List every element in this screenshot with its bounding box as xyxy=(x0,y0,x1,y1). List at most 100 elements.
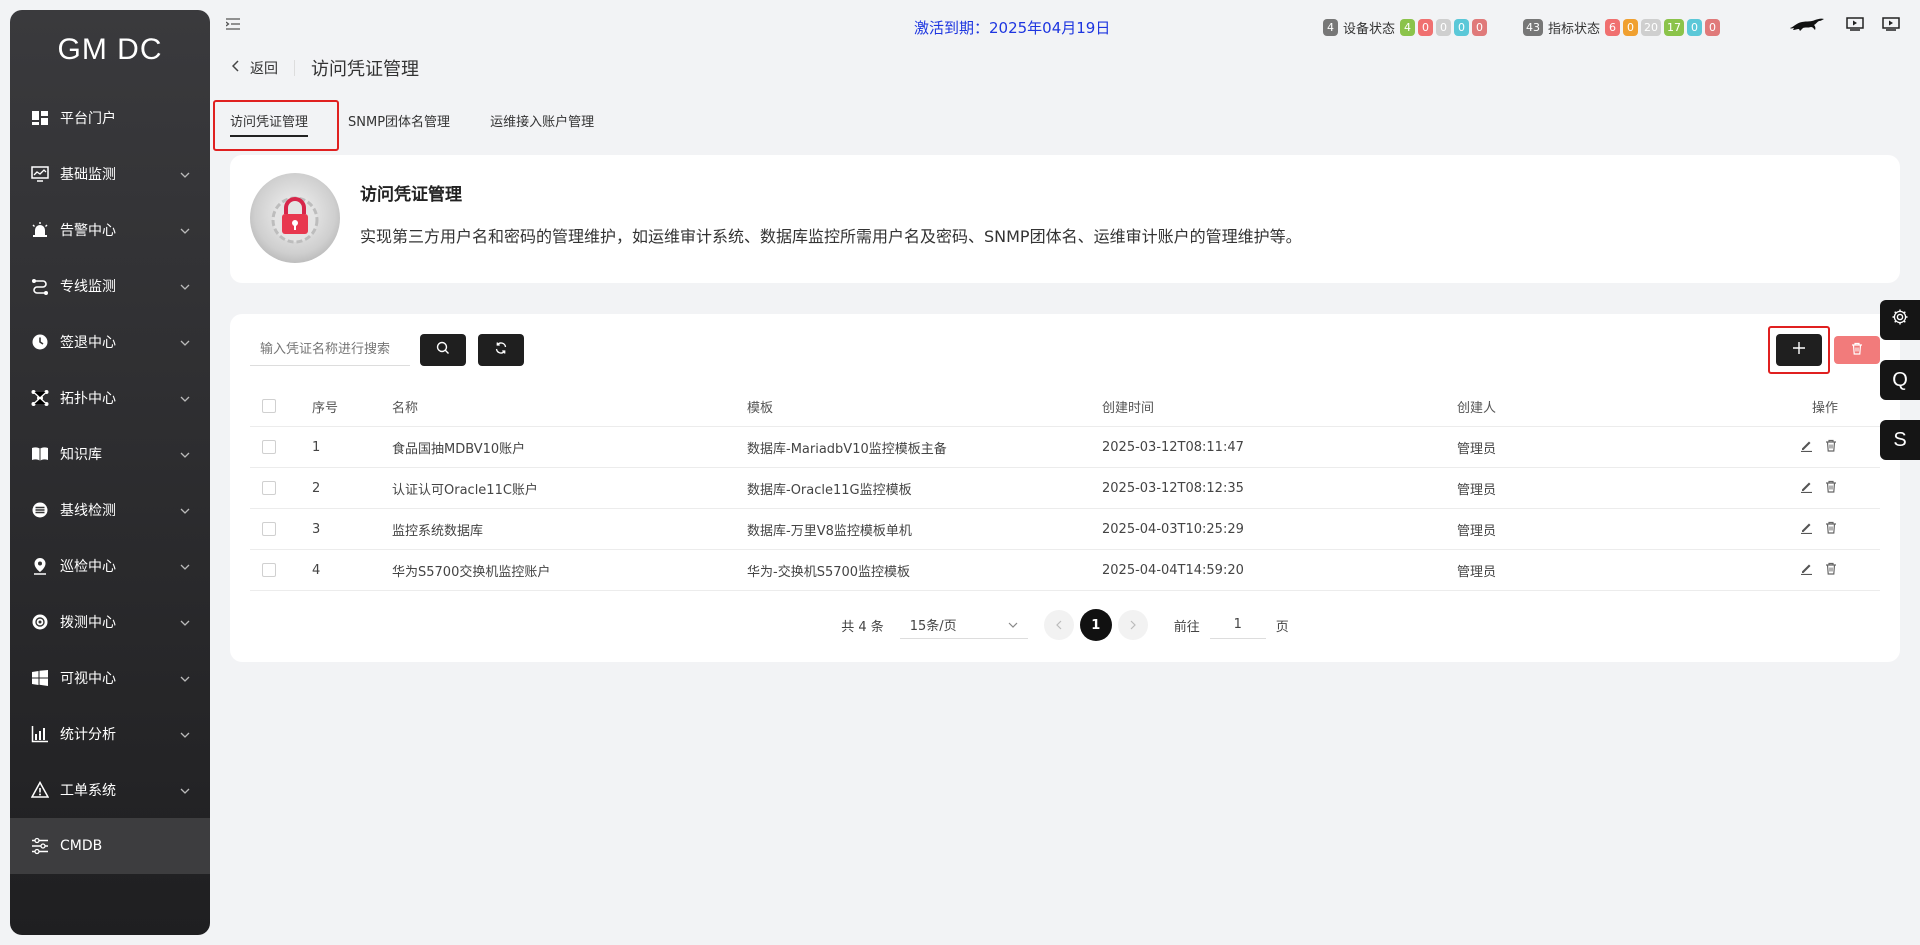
s-float-button[interactable]: S xyxy=(1880,420,1920,460)
goto-page-input[interactable]: 1 xyxy=(1209,611,1266,639)
device-status-label: 设备状态 xyxy=(1343,22,1396,37)
trash-icon xyxy=(1851,342,1863,359)
panther-icon[interactable] xyxy=(1788,16,1828,36)
cell-creator: 管理员 xyxy=(1457,482,1497,498)
sidebar-item-5[interactable]: 拓扑中心 xyxy=(10,370,210,426)
table-row[interactable]: 1 食品国抽MDBV10账户 数据库-MariadbV10监控模板主备 2025-03… xyxy=(250,427,1880,468)
search-input[interactable] xyxy=(250,334,410,366)
search-icon xyxy=(436,341,450,359)
device_status-count-badge: 0 xyxy=(1472,19,1488,36)
sidebar-item-1[interactable]: 基础监测 xyxy=(10,146,210,202)
page-number-current[interactable]: 1 xyxy=(1079,609,1112,641)
sidebar-item-11[interactable]: 统计分析 xyxy=(10,706,210,762)
sidebar-item-8[interactable]: 巡检中心 xyxy=(10,538,210,594)
edit-icon[interactable] xyxy=(1800,521,1813,538)
table-row[interactable]: 4 华为S5700交换机监控账户 华为-交换机S5700监控模板 2025-04-04… xyxy=(250,550,1880,591)
cell-creator: 管理员 xyxy=(1457,441,1497,457)
goto-label: 前往 xyxy=(1173,619,1200,635)
cell-name: 食品国抽MDBV10账户 xyxy=(392,441,526,457)
sidebar-menu: 平台门户 基础监测 告警中心 专线监测签退中心拓扑中心知识库基线检测 巡检中心 拨测中心可… xyxy=(10,90,210,874)
sidebar-item-7[interactable]: 基线检测 xyxy=(10,482,210,538)
play-screen-icon-2[interactable] xyxy=(1882,17,1900,35)
delete-icon[interactable] xyxy=(1825,562,1837,579)
page-size-select[interactable]: 15条/页 xyxy=(899,611,1028,639)
menu-collapse-icon[interactable] xyxy=(225,18,240,34)
sidebar-item-label: 知识库 xyxy=(60,447,102,463)
cell-index: 1 xyxy=(312,439,321,455)
select-all-checkbox[interactable] xyxy=(262,399,276,413)
sidebar-item-6[interactable]: 知识库 xyxy=(10,426,210,482)
cell-created: 2025-04-04T14:59:20 xyxy=(1102,562,1244,578)
sidebar-item-label: 签退中心 xyxy=(60,335,116,351)
location-icon xyxy=(30,556,50,576)
metric_status-count-badge: 6 xyxy=(1605,19,1621,36)
sidebar-item-9[interactable]: 拨测中心 xyxy=(10,594,210,650)
sidebar-item-12[interactable]: 工单系统 xyxy=(10,762,210,818)
back-button[interactable]: 返回 xyxy=(231,58,278,78)
col-index: 序号 xyxy=(312,400,339,416)
pagination-total: 共 4 条 xyxy=(841,619,884,635)
q-float-button[interactable]: Q xyxy=(1880,360,1920,400)
metric-status[interactable]: 43 指标状态 6 0 20 17 0 0 xyxy=(1523,18,1723,37)
tab-ops-accounts[interactable]: 运维接入账户管理 xyxy=(490,106,594,137)
goto-suffix: 页 xyxy=(1275,619,1289,635)
refresh-button[interactable] xyxy=(478,334,524,366)
row-checkbox[interactable] xyxy=(262,481,276,495)
sidebar-item-10[interactable]: 可视中心 xyxy=(10,650,210,706)
row-checkbox[interactable] xyxy=(262,563,276,577)
chevron-down-icon xyxy=(180,166,190,182)
row-checkbox[interactable] xyxy=(262,522,276,536)
delete-icon[interactable] xyxy=(1825,439,1837,456)
goto-page: 前往 1 页 xyxy=(1174,611,1289,639)
route-icon xyxy=(30,276,50,296)
chevron-down-icon xyxy=(180,446,190,462)
info-description: 实现第三方用户名和密码的管理维护，如运维审计系统、数据库监控所需用户名及密码、S… xyxy=(360,227,1302,246)
prev-page-button[interactable] xyxy=(1043,610,1074,640)
table-row[interactable]: 3 监控系统数据库 数据库-万里V8监控模板单机 2025-04-03T10:25:2… xyxy=(250,509,1880,550)
next-page-button[interactable] xyxy=(1117,610,1148,640)
sidebar-item-2[interactable]: 告警中心 xyxy=(10,202,210,258)
edit-icon[interactable] xyxy=(1800,562,1813,579)
cell-created: 2025-03-12T08:11:47 xyxy=(1102,439,1244,455)
tab-snmp[interactable]: SNMP团体名管理 xyxy=(348,106,450,137)
cell-index: 4 xyxy=(312,562,321,578)
device_status-count-badge: 0 xyxy=(1454,19,1470,36)
sidebar: GM DC 平台门户 基础监测 告警中心 专线监测签退中心拓扑中心知识库基线检测 巡检中… xyxy=(10,10,210,935)
sidebar-item-0[interactable]: 平台门户 xyxy=(10,90,210,146)
chevron-down-icon xyxy=(1008,617,1018,632)
credentials-table: 序号 名称 模板 创建时间 创建人 操作 1 食品国抽MDBV10账户 数据库-Ma… xyxy=(250,386,1880,591)
device_status-count-badge: 0 xyxy=(1418,19,1434,36)
settings-float-button[interactable] xyxy=(1880,300,1920,340)
cell-name: 监控系统数据库 xyxy=(392,523,484,539)
device-status-badges: 40000 xyxy=(1400,19,1490,36)
edit-icon[interactable] xyxy=(1800,480,1813,497)
delete-icon[interactable] xyxy=(1825,480,1837,497)
batch-delete-button[interactable] xyxy=(1834,336,1880,364)
delete-icon[interactable] xyxy=(1825,521,1837,538)
metric-status-badges: 6 0 20 17 0 0 xyxy=(1605,19,1723,36)
table-row[interactable]: 2 认证认可Oracle11C账户 数据库-Oracle11G监控模板 2025-03… xyxy=(250,468,1880,509)
refresh-icon xyxy=(494,341,508,359)
gear-icon xyxy=(1891,308,1909,332)
table-body: 1 食品国抽MDBV10账户 数据库-MariadbV10监控模板主备 2025-03… xyxy=(250,427,1880,591)
edit-icon[interactable] xyxy=(1800,439,1813,456)
chevron-down-icon xyxy=(180,782,190,798)
sidebar-item-4[interactable]: 签退中心 xyxy=(10,314,210,370)
row-actions xyxy=(1800,521,1837,538)
sidebar-item-3[interactable]: 专线监测 xyxy=(10,258,210,314)
cell-name: 华为S5700交换机监控账户 xyxy=(392,564,551,580)
row-actions xyxy=(1800,562,1837,579)
col-name: 名称 xyxy=(392,400,419,416)
device_status-count-badge: 0 xyxy=(1436,19,1452,36)
sidebar-item-13[interactable]: CMDB xyxy=(10,818,210,874)
app-logo: GM DC xyxy=(57,33,163,66)
search-button[interactable] xyxy=(420,334,466,366)
probe-icon xyxy=(30,612,50,632)
metric_status-count-badge: 0 xyxy=(1687,19,1703,36)
clock-icon xyxy=(30,332,50,352)
row-checkbox[interactable] xyxy=(262,440,276,454)
device-status[interactable]: 4 设备状态 40000 xyxy=(1323,18,1490,37)
metric_status-count-badge: 20 xyxy=(1641,19,1662,36)
cell-template: 数据库-MariadbV10监控模板主备 xyxy=(747,441,947,457)
play-screen-icon[interactable] xyxy=(1846,17,1864,35)
